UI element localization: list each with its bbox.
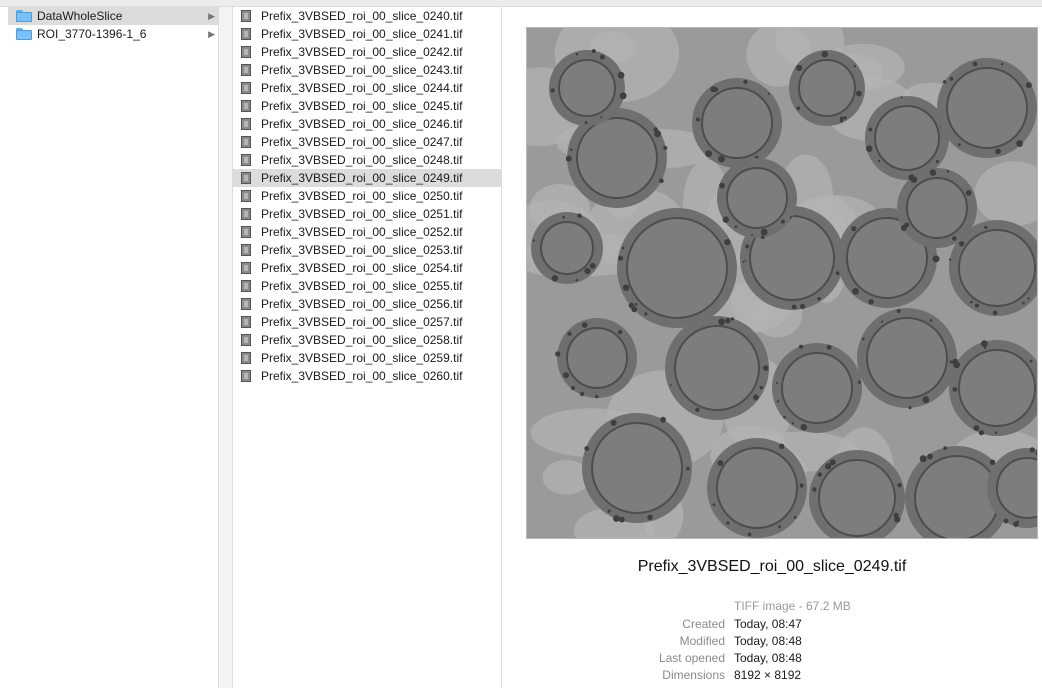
- tiff-file-icon: [241, 136, 251, 148]
- window-top-edge: [0, 0, 1042, 7]
- file-label: Prefix_3VBSED_roi_00_slice_0253.tif: [261, 243, 463, 257]
- file-row[interactable]: Prefix_3VBSED_roi_00_slice_0260.tif: [233, 367, 501, 385]
- tiff-file-icon: [241, 280, 251, 292]
- file-row[interactable]: Prefix_3VBSED_roi_00_slice_0257.tif: [233, 313, 501, 331]
- folder-row-datawholeslice[interactable]: DataWholeSlice ▶: [8, 7, 218, 25]
- file-row[interactable]: Prefix_3VBSED_roi_00_slice_0242.tif: [233, 43, 501, 61]
- file-row[interactable]: Prefix_3VBSED_roi_00_slice_0250.tif: [233, 187, 501, 205]
- file-label: Prefix_3VBSED_roi_00_slice_0240.tif: [261, 9, 463, 23]
- tiff-file-icon: [241, 226, 251, 238]
- meta-value: Today, 08:48: [734, 634, 802, 648]
- file-label: Prefix_3VBSED_roi_00_slice_0260.tif: [261, 369, 463, 383]
- file-row[interactable]: Prefix_3VBSED_roi_00_slice_0248.tif: [233, 151, 501, 169]
- file-row[interactable]: Prefix_3VBSED_roi_00_slice_0246.tif: [233, 115, 501, 133]
- file-label: Prefix_3VBSED_roi_00_slice_0243.tif: [261, 63, 463, 77]
- file-row[interactable]: Prefix_3VBSED_roi_00_slice_0251.tif: [233, 205, 501, 223]
- file-row[interactable]: Prefix_3VBSED_roi_00_slice_0247.tif: [233, 133, 501, 151]
- preview-filename: Prefix_3VBSED_roi_00_slice_0249.tif: [637, 558, 907, 575]
- file-row[interactable]: Prefix_3VBSED_roi_00_slice_0252.tif: [233, 223, 501, 241]
- file-label: Prefix_3VBSED_roi_00_slice_0251.tif: [261, 207, 463, 221]
- file-row[interactable]: Prefix_3VBSED_roi_00_slice_0243.tif: [233, 61, 501, 79]
- meta-last-opened: Last opened Today, 08:48: [502, 650, 1042, 667]
- chevron-right-icon: ▶: [208, 11, 215, 21]
- file-kind-size: TIFF image - 67.2 MB: [734, 599, 851, 613]
- tiff-file-icon: [241, 28, 251, 40]
- meta-value: Today, 08:48: [734, 651, 802, 665]
- meta-key: Last opened: [658, 651, 725, 665]
- meta-key: Created: [682, 617, 725, 631]
- left-gutter: [0, 7, 8, 688]
- tiff-file-icon: [241, 46, 251, 58]
- tiff-file-icon: [241, 118, 251, 130]
- meta-key: Modified: [679, 634, 725, 648]
- tiff-file-icon: [241, 262, 251, 274]
- file-label: Prefix_3VBSED_roi_00_slice_0245.tif: [261, 99, 463, 113]
- file-row[interactable]: Prefix_3VBSED_roi_00_slice_0258.tif: [233, 331, 501, 349]
- file-label: Prefix_3VBSED_roi_00_slice_0249.tif: [261, 171, 463, 185]
- folder-row-roi[interactable]: ROI_3770-1396-1_6 ▶: [8, 25, 218, 43]
- tiff-file-icon: [241, 154, 251, 166]
- meta-dimensions: Dimensions 8192 × 8192: [502, 667, 1042, 684]
- column-divider[interactable]: [219, 7, 233, 688]
- image-preview: [526, 27, 1038, 539]
- file-label: Prefix_3VBSED_roi_00_slice_0252.tif: [261, 225, 463, 239]
- meta-value: 8192 × 8192: [734, 668, 802, 682]
- file-label: Prefix_3VBSED_roi_00_slice_0250.tif: [261, 189, 463, 203]
- file-list-column: Prefix_3VBSED_roi_00_slice_0240.tif Prefi…: [233, 7, 502, 688]
- file-row[interactable]: Prefix_3VBSED_roi_00_slice_0255.tif: [233, 277, 501, 295]
- tiff-file-icon: [241, 352, 251, 364]
- tiff-file-icon: [241, 316, 251, 328]
- chevron-right-icon: ▶: [208, 29, 215, 39]
- file-row[interactable]: Prefix_3VBSED_roi_00_slice_0259.tif: [233, 349, 501, 367]
- file-row[interactable]: Prefix_3VBSED_roi_00_slice_0253.tif: [233, 241, 501, 259]
- file-row[interactable]: Prefix_3VBSED_roi_00_slice_0249.tif: [233, 169, 501, 187]
- file-label: Prefix_3VBSED_roi_00_slice_0256.tif: [261, 297, 463, 311]
- meta-key: Dimensions: [662, 668, 725, 682]
- file-label: Prefix_3VBSED_roi_00_slice_0246.tif: [261, 117, 463, 131]
- tiff-file-icon: [241, 244, 251, 256]
- file-label: Prefix_3VBSED_roi_00_slice_0257.tif: [261, 315, 463, 329]
- folder-icon: [16, 10, 32, 22]
- tiff-file-icon: [241, 172, 251, 184]
- file-row[interactable]: Prefix_3VBSED_roi_00_slice_0256.tif: [233, 295, 501, 313]
- tiff-file-icon: [241, 64, 251, 76]
- tiff-file-icon: [241, 298, 251, 310]
- file-row[interactable]: Prefix_3VBSED_roi_00_slice_0241.tif: [233, 25, 501, 43]
- file-row[interactable]: Prefix_3VBSED_roi_00_slice_0240.tif: [233, 7, 501, 25]
- file-label: Prefix_3VBSED_roi_00_slice_0241.tif: [261, 27, 463, 41]
- meta-modified: Modified Today, 08:48: [502, 633, 1042, 650]
- tiff-file-icon: [241, 82, 251, 94]
- tiff-file-icon: [241, 334, 251, 346]
- folder-label: DataWholeSlice: [37, 9, 123, 23]
- folder-column: DataWholeSlice ▶ ROI_3770-1396-1_6 ▶: [8, 7, 219, 688]
- tiff-file-icon: [241, 370, 251, 382]
- tiff-file-icon: [241, 100, 251, 112]
- em-slice-thumbnail: [527, 28, 1037, 538]
- file-label: Prefix_3VBSED_roi_00_slice_0242.tif: [261, 45, 463, 59]
- tiff-file-icon: [241, 208, 251, 220]
- file-row[interactable]: Prefix_3VBSED_roi_00_slice_0244.tif: [233, 79, 501, 97]
- file-label: Prefix_3VBSED_roi_00_slice_0244.tif: [261, 81, 463, 95]
- file-row[interactable]: Prefix_3VBSED_roi_00_slice_0254.tif: [233, 259, 501, 277]
- preview-pane: Prefix_3VBSED_roi_00_slice_0249.tif TIFF…: [502, 7, 1042, 688]
- file-label: Prefix_3VBSED_roi_00_slice_0247.tif: [261, 135, 463, 149]
- file-label: Prefix_3VBSED_roi_00_slice_0248.tif: [261, 153, 463, 167]
- folder-label: ROI_3770-1396-1_6: [37, 27, 147, 41]
- file-label: Prefix_3VBSED_roi_00_slice_0255.tif: [261, 279, 463, 293]
- meta-created: Created Today, 08:47: [502, 616, 1042, 633]
- tiff-file-icon: [241, 10, 251, 22]
- meta-value: Today, 08:47: [734, 617, 802, 631]
- file-label: Prefix_3VBSED_roi_00_slice_0254.tif: [261, 261, 463, 275]
- file-row[interactable]: Prefix_3VBSED_roi_00_slice_0245.tif: [233, 97, 501, 115]
- file-label: Prefix_3VBSED_roi_00_slice_0258.tif: [261, 333, 463, 347]
- tiff-file-icon: [241, 190, 251, 202]
- folder-icon: [16, 28, 32, 40]
- file-label: Prefix_3VBSED_roi_00_slice_0259.tif: [261, 351, 463, 365]
